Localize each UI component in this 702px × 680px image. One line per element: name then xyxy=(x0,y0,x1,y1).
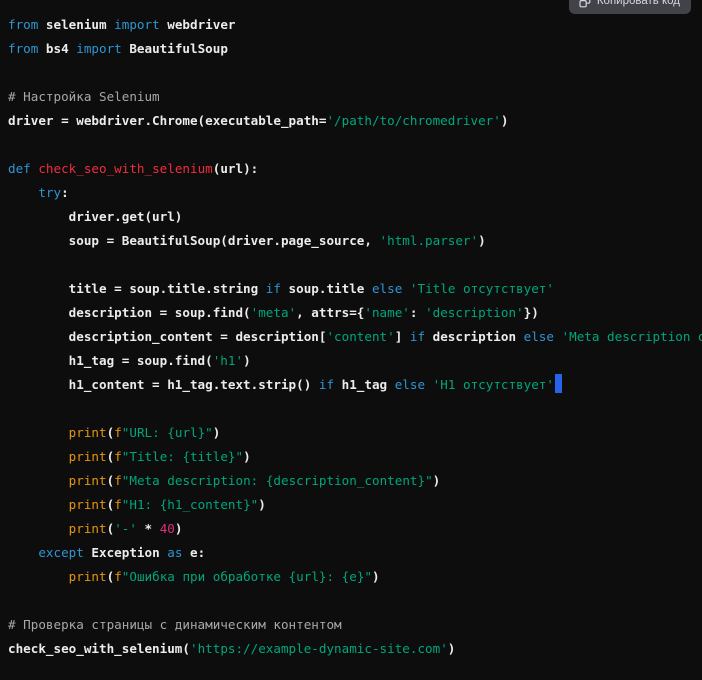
code-line: print(f"Meta description: {description_c… xyxy=(8,469,702,493)
code-line: h1_tag = soup.find('h1') xyxy=(8,349,702,373)
code-line: description = soup.find('meta', attrs={'… xyxy=(8,301,702,325)
copy-button-label: Копировать код xyxy=(597,0,680,8)
code-line: soup = BeautifulSoup(driver.page_source,… xyxy=(8,229,702,253)
code-line: print(f"Title: {title}") xyxy=(8,445,702,469)
code-line: driver.get(url) xyxy=(8,205,702,229)
code-line: # Проверка страницы с динамическим конте… xyxy=(8,613,702,637)
code-line: from bs4 import BeautifulSoup xyxy=(8,37,702,61)
code-line: print(f"H1: {h1_content}") xyxy=(8,493,702,517)
code-line: from selenium import webdriver xyxy=(8,13,702,37)
code-block: from selenium import webdriverfrom bs4 i… xyxy=(8,13,702,661)
code-line: print(f"Ошибка при обработке {url}: {e}"… xyxy=(8,565,702,589)
code-line: h1_content = h1_tag.text.strip() if h1_t… xyxy=(8,373,702,397)
copy-icon xyxy=(579,0,591,8)
code-line: description_content = description['conte… xyxy=(8,325,702,349)
code-line: def check_seo_with_selenium(url): xyxy=(8,157,702,181)
code-line: driver = webdriver.Chrome(executable_pat… xyxy=(8,109,702,133)
code-line: title = soup.title.string if soup.title … xyxy=(8,277,702,301)
code-line xyxy=(8,133,702,157)
code-line: print('-' * 40) xyxy=(8,517,702,541)
code-line: print(f"URL: {url}") xyxy=(8,421,702,445)
code-line: try: xyxy=(8,181,702,205)
code-line: check_seo_with_selenium('https://example… xyxy=(8,637,702,661)
code-line: except Exception as e: xyxy=(8,541,702,565)
text-caret xyxy=(555,374,562,393)
copy-code-button[interactable]: Копировать код xyxy=(569,0,691,14)
code-line xyxy=(8,397,702,421)
code-line xyxy=(8,61,702,85)
code-line xyxy=(8,589,702,613)
code-block-container: Копировать код from selenium import webd… xyxy=(0,0,702,680)
code-line: # Настройка Selenium xyxy=(8,85,702,109)
code-line xyxy=(8,253,702,277)
